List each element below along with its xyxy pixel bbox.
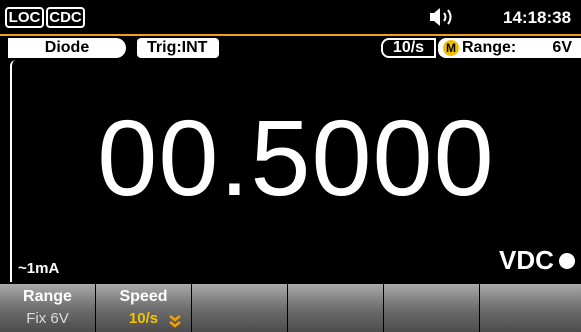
range-value: 6V	[552, 39, 572, 56]
range-indicator: M Range: 6V	[438, 38, 581, 58]
softkey-4[interactable]	[288, 284, 384, 332]
unit-label: VDC	[499, 245, 554, 275]
rate-indicator: 10/s	[381, 38, 436, 58]
softkey-speed[interactable]: Speed 10/s	[96, 284, 192, 332]
function-indicator: Diode	[8, 38, 126, 58]
range-label: Range:	[462, 39, 517, 56]
mode-bar: Diode Trig:INT 10/s M Range: 6V	[0, 34, 581, 58]
softkey-3[interactable]	[192, 284, 288, 332]
softkey-6[interactable]	[480, 284, 581, 332]
main-reading: 00.5000	[97, 97, 495, 218]
speaker-icon	[430, 8, 452, 26]
softkey-range-title: Range	[23, 288, 72, 305]
manual-range-badge: M	[443, 40, 459, 56]
cdc-indicator: CDC	[46, 7, 85, 28]
softkey-range-value: Fix 6V	[26, 310, 69, 327]
clock: 14:18:38	[503, 8, 572, 27]
loc-indicator: LOC	[5, 7, 44, 28]
status-dot	[559, 253, 575, 269]
double-chevron-down-icon	[169, 315, 181, 328]
softkey-range[interactable]: Range Fix 6V	[0, 284, 96, 332]
measurement-display: 00.5000 ~1mA VDC	[10, 60, 581, 282]
test-current: ~1mA	[18, 260, 60, 277]
trigger-indicator: Trig:INT	[137, 38, 219, 58]
status-bar: LOC CDC 14:18:38	[0, 0, 581, 34]
softkey-speed-title: Speed	[119, 288, 168, 305]
softkey-bar: Range Fix 6V Speed 10/s	[0, 284, 581, 332]
softkey-5[interactable]	[384, 284, 480, 332]
